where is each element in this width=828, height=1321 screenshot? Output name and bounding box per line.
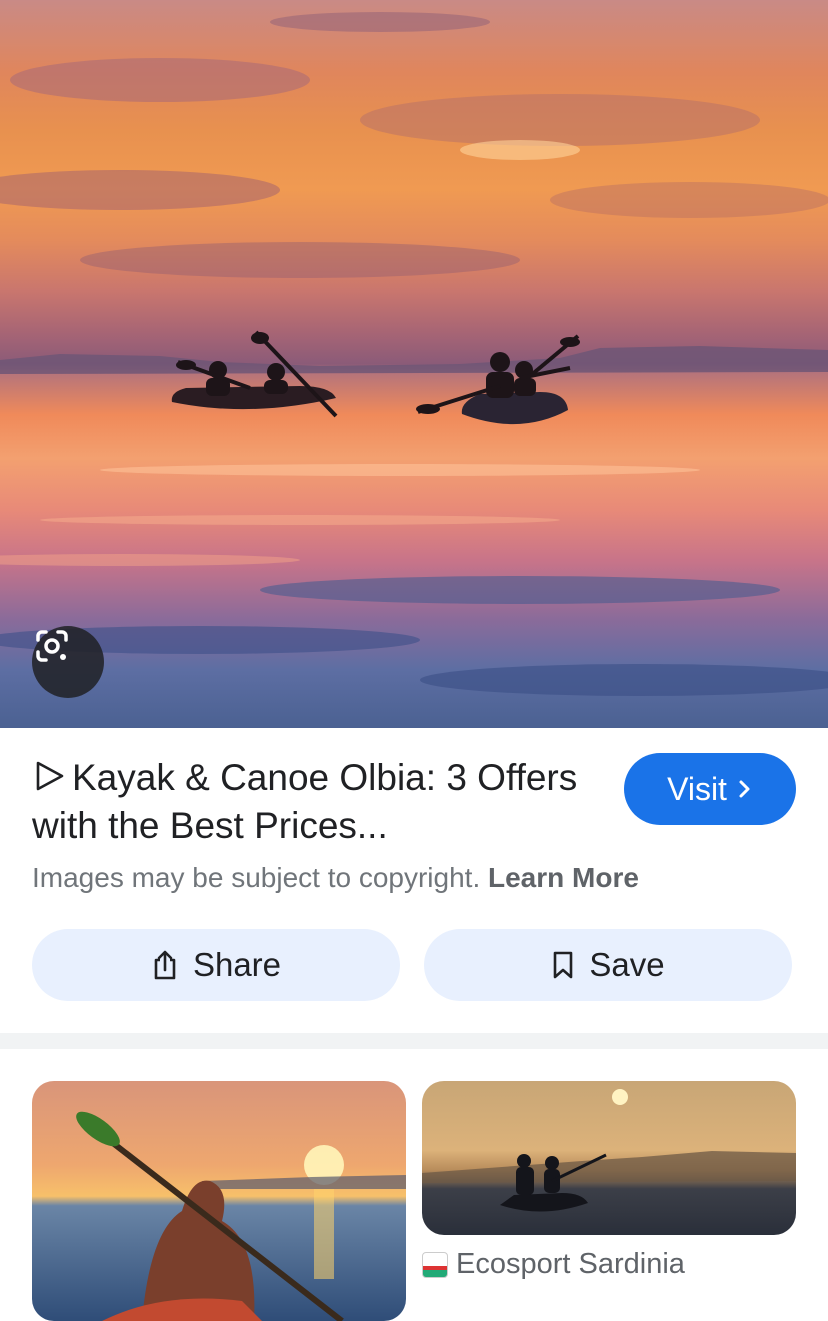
share-button[interactable]: Share [32, 929, 400, 1001]
result-title[interactable]: Kayak & Canoe Olbia: 3 Offers with the B… [32, 754, 592, 850]
site-favicon [422, 1251, 448, 1278]
related-source-name: Ecosport Sardinia [456, 1248, 685, 1280]
copyright-notice: Images may be subject to copyright. Lear… [32, 862, 639, 894]
related-image-2[interactable] [422, 1081, 796, 1235]
copyright-text: Images may be subject to copyright. [32, 862, 481, 893]
kayak-sunset-scene [0, 12, 828, 696]
kayaker-sunset-thumbnail [76, 1111, 406, 1321]
learn-more-link[interactable]: Learn More [488, 862, 639, 893]
result-title-text: Kayak & Canoe Olbia: 3 Offers with the B… [32, 757, 578, 846]
visit-label: Visit [667, 770, 727, 807]
save-label: Save [589, 946, 665, 983]
bookmark-icon [554, 951, 573, 979]
kayak-silhouette-thumbnail [422, 1089, 796, 1212]
main-image[interactable] [0, 0, 828, 728]
visit-button[interactable]: Visit [624, 753, 796, 825]
google-lens-button[interactable] [32, 626, 104, 698]
google-lens-icon [36, 630, 68, 662]
related-image-1[interactable] [32, 1081, 406, 1321]
share-label: Share [192, 946, 282, 983]
chevron-right-icon [739, 780, 750, 798]
play-triangle-icon [36, 761, 64, 791]
share-icon [154, 950, 176, 980]
related-source-2[interactable]: Ecosport Sardinia [422, 1248, 685, 1281]
save-button[interactable]: Save [424, 929, 792, 1001]
section-divider [0, 1033, 828, 1049]
result-title-block[interactable]: Kayak & Canoe Olbia: 3 Offers with the B… [32, 754, 592, 850]
